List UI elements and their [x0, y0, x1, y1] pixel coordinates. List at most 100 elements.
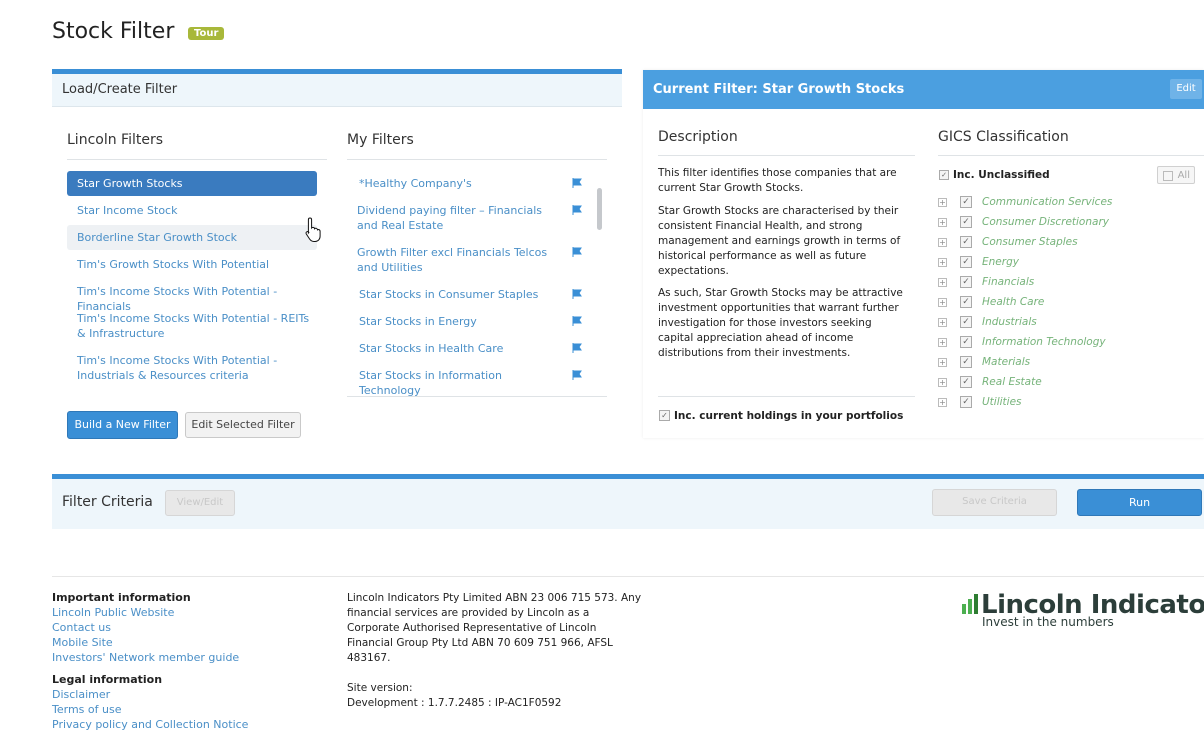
unclassified-checkbox[interactable]: ✓ [939, 170, 949, 180]
divider [658, 396, 915, 397]
sector-checkbox[interactable]: ✓ [960, 356, 972, 368]
gics-title: GICS Classification [938, 129, 1069, 145]
footer-divider [52, 576, 1204, 577]
current-filter-header: Current Filter: Star Growth Stocks Edit [643, 70, 1204, 109]
load-filter-header: Load/Create Filter [52, 74, 622, 107]
expand-icon[interactable]: + [938, 398, 947, 407]
sector-checkbox[interactable]: ✓ [960, 336, 972, 348]
expand-icon[interactable]: + [938, 318, 947, 327]
footer-link[interactable]: Disclaimer [52, 687, 292, 702]
flag-icon[interactable] [572, 205, 582, 215]
sector-checkbox[interactable]: ✓ [960, 276, 972, 288]
sector-label: Consumer Discretionary [982, 216, 1109, 228]
expand-icon[interactable]: + [938, 198, 947, 207]
my-filter-item[interactable]: Dividend paying filter – Financials and … [357, 203, 562, 233]
logo-tagline: Invest in the numbers [982, 615, 1114, 629]
expand-icon[interactable]: + [938, 238, 947, 247]
expand-icon[interactable]: + [938, 278, 947, 287]
flag-icon[interactable] [572, 316, 582, 326]
flag-icon[interactable] [572, 247, 582, 257]
my-filter-item[interactable]: Star Stocks in Health Care [359, 341, 564, 356]
sector-checkbox[interactable]: ✓ [960, 236, 972, 248]
company-line: Lincoln Indicators Pty Limited ABN 23 00… [347, 592, 642, 604]
lincoln-filter-item[interactable]: Tim's Income Stocks With Potential - Fin… [67, 284, 317, 314]
my-filter-item[interactable]: Star Stocks in Energy [359, 314, 564, 329]
expand-icon[interactable]: + [938, 298, 947, 307]
expand-icon[interactable]: + [938, 338, 947, 347]
save-criteria-button[interactable]: Save Criteria [932, 489, 1057, 516]
company-line: Corporate Authorised Representative of L… [347, 622, 597, 634]
flag-icon[interactable] [572, 178, 582, 188]
checkbox-icon [1163, 171, 1173, 181]
divider [67, 159, 327, 160]
expand-icon[interactable]: + [938, 358, 947, 367]
footer-link[interactable]: Privacy policy and Collection Notice [52, 717, 292, 732]
expand-icon[interactable]: + [938, 378, 947, 387]
lincoln-filter-item[interactable]: Star Growth Stocks [67, 171, 317, 196]
edit-filter-button[interactable]: Edit [1170, 79, 1202, 99]
run-button[interactable]: Run [1077, 489, 1202, 516]
flag-icon[interactable] [572, 343, 582, 353]
footer-link[interactable]: Investors' Network member guide [52, 650, 292, 665]
sector-checkbox[interactable]: ✓ [960, 296, 972, 308]
my-filter-item[interactable]: Star Stocks in Information Technology [359, 368, 564, 398]
footer-link[interactable]: Mobile Site [52, 635, 292, 650]
sector-label: Energy [982, 256, 1019, 268]
sector-checkbox[interactable]: ✓ [960, 196, 972, 208]
site-version: Development : 1.7.7.2485 : IP-AC1F0592 [347, 697, 562, 709]
lincoln-filter-item[interactable]: Tim's Income Stocks With Potential - Ind… [67, 353, 317, 383]
divider [347, 396, 607, 397]
bar-chart-icon [962, 594, 978, 614]
footer-link[interactable]: Lincoln Public Website [52, 605, 292, 620]
sector-checkbox[interactable]: ✓ [960, 376, 972, 388]
lincoln-filter-item[interactable]: Star Income Stock [67, 203, 317, 218]
sector-label: Communication Services [982, 196, 1113, 208]
site-version-label: Site version: [347, 682, 413, 694]
description-paragraph: As such, Star Growth Stocks may be attra… [658, 287, 903, 359]
footer-link[interactable]: Contact us [52, 620, 292, 635]
my-filters-scrollbar[interactable] [597, 188, 602, 230]
company-info: Lincoln Indicators Pty Limited ABN 23 00… [347, 591, 647, 711]
important-info-heading: Important information [52, 591, 191, 604]
sector-checkbox[interactable]: ✓ [960, 256, 972, 268]
select-all-label: All [1177, 170, 1190, 181]
sector-label: Materials [982, 356, 1031, 368]
footer-links: Important information Lincoln Public Web… [52, 591, 292, 732]
my-filters-title: My Filters [347, 132, 414, 148]
sector-checkbox[interactable]: ✓ [960, 396, 972, 408]
legal-info-heading: Legal information [52, 673, 163, 686]
load-filter-panel: Load/Create Filter Lincoln Filters My Fi… [52, 69, 622, 445]
select-all-button[interactable]: All [1157, 166, 1195, 184]
sector-label: Real Estate [982, 376, 1042, 388]
build-new-filter-button[interactable]: Build a New Filter [67, 411, 178, 439]
lincoln-filter-item[interactable]: Borderline Star Growth Stock [67, 225, 317, 250]
holdings-checkbox[interactable]: ✓ [659, 410, 670, 421]
description-paragraph: Star Growth Stocks are characterised by … [658, 205, 901, 277]
flag-icon[interactable] [572, 289, 582, 299]
my-filter-item[interactable]: Growth Filter excl Financials Telcos and… [357, 245, 562, 275]
lincoln-logo[interactable]: Lincoln Indicators Invest in the numbers [962, 590, 1204, 632]
sector-checkbox[interactable]: ✓ [960, 316, 972, 328]
expand-icon[interactable]: + [938, 258, 947, 267]
lincoln-filter-item[interactable]: Tim's Income Stocks With Potential - REI… [67, 311, 317, 341]
sector-label: Industrials [982, 316, 1037, 328]
filter-criteria-bar: Filter Criteria View/Edit Save Criteria … [52, 474, 1204, 529]
divider [938, 155, 1204, 156]
my-filter-item[interactable]: *Healthy Company's [359, 176, 564, 191]
page-title: Stock Filter [52, 19, 175, 44]
my-filter-item[interactable]: Star Stocks in Consumer Staples [359, 287, 564, 302]
flag-icon[interactable] [572, 370, 582, 380]
company-line: financial services are provided by Linco… [347, 607, 590, 619]
description-paragraph: This filter identifies those companies t… [658, 167, 897, 194]
company-line: 483167. [347, 652, 391, 664]
company-line: Financial Group Pty Ltd ABN 70 609 751 9… [347, 637, 613, 649]
view-edit-button[interactable]: View/Edit [165, 490, 235, 516]
expand-icon[interactable]: + [938, 218, 947, 227]
sector-label: Utilities [982, 396, 1022, 408]
lincoln-filters-title: Lincoln Filters [67, 132, 164, 148]
edit-selected-filter-button[interactable]: Edit Selected Filter [185, 412, 301, 438]
footer-link[interactable]: Terms of use [52, 702, 292, 717]
sector-checkbox[interactable]: ✓ [960, 216, 972, 228]
lincoln-filter-item[interactable]: Tim's Growth Stocks With Potential [67, 257, 317, 272]
tour-badge[interactable]: Tour [188, 27, 225, 40]
